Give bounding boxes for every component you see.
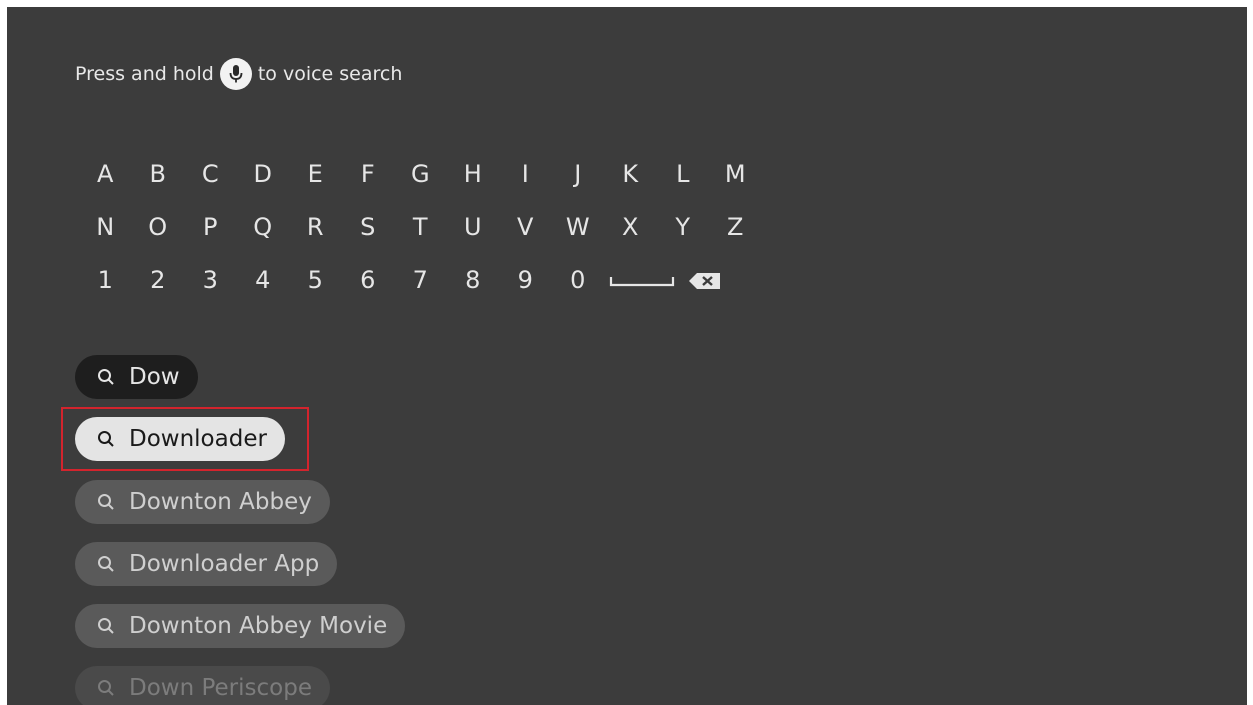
fire-tv-search-screen: Press and hold to voice search A B C D E…	[7, 7, 1247, 705]
key-o[interactable]: O	[132, 213, 185, 241]
search-query-field[interactable]: Dow	[75, 355, 198, 399]
on-screen-keyboard: A B C D E F G H I J K L M N O P Q R S T …	[79, 147, 762, 306]
voice-search-hint: Press and hold to voice search	[75, 58, 403, 90]
key-c[interactable]: C	[184, 160, 237, 188]
key-x[interactable]: X	[604, 213, 657, 241]
suggestion-down-periscope[interactable]: Down Periscope	[75, 666, 330, 705]
key-i[interactable]: I	[499, 160, 552, 188]
search-icon	[97, 368, 115, 386]
suggestion-downloader[interactable]: Downloader	[75, 417, 285, 461]
key-g[interactable]: G	[394, 160, 447, 188]
suggestion-label: Downton Abbey	[129, 489, 312, 515]
key-a[interactable]: A	[79, 160, 132, 188]
space-key[interactable]	[604, 266, 679, 294]
suggestion-label: Downloader App	[129, 551, 320, 577]
search-icon	[97, 617, 115, 635]
key-n[interactable]: N	[79, 213, 132, 241]
key-j[interactable]: J	[552, 160, 605, 188]
key-h[interactable]: H	[447, 160, 500, 188]
key-7[interactable]: 7	[394, 266, 447, 294]
key-s[interactable]: S	[342, 213, 395, 241]
key-1[interactable]: 1	[79, 266, 132, 294]
key-r[interactable]: R	[289, 213, 342, 241]
space-icon	[609, 276, 674, 286]
suggestion-downloader-app[interactable]: Downloader App	[75, 542, 338, 586]
suggestion-label: Downton Abbey Movie	[129, 613, 388, 639]
backspace-icon	[689, 272, 721, 289]
key-e[interactable]: E	[289, 160, 342, 188]
key-8[interactable]: 8	[447, 266, 500, 294]
key-2[interactable]: 2	[132, 266, 185, 294]
search-icon	[97, 493, 115, 511]
suggestion-downton-abbey[interactable]: Downton Abbey	[75, 480, 330, 524]
suggestion-label: Down Periscope	[129, 675, 312, 701]
voice-hint-text-before: Press and hold	[75, 63, 214, 85]
key-u[interactable]: U	[447, 213, 500, 241]
voice-hint-text-after: to voice search	[257, 63, 403, 85]
key-5[interactable]: 5	[289, 266, 342, 294]
key-d[interactable]: D	[237, 160, 290, 188]
key-m[interactable]: M	[709, 160, 762, 188]
keyboard-row-letters-1: A B C D E F G H I J K L M	[79, 147, 762, 200]
key-p[interactable]: P	[184, 213, 237, 241]
key-9[interactable]: 9	[499, 266, 552, 294]
keyboard-row-numbers: 1 2 3 4 5 6 7 8 9 0	[79, 253, 762, 306]
suggestion-label: Downloader	[129, 426, 267, 452]
microphone-icon	[219, 58, 252, 90]
key-v[interactable]: V	[499, 213, 552, 241]
key-l[interactable]: L	[657, 160, 710, 188]
search-query-text: Dow	[129, 364, 180, 390]
key-b[interactable]: B	[132, 160, 185, 188]
keyboard-row-letters-2: N O P Q R S T U V W X Y Z	[79, 200, 762, 253]
search-icon	[97, 430, 115, 448]
backspace-key[interactable]	[679, 266, 732, 294]
key-f[interactable]: F	[342, 160, 395, 188]
key-k[interactable]: K	[604, 160, 657, 188]
suggestion-downton-abbey-movie[interactable]: Downton Abbey Movie	[75, 604, 406, 648]
key-6[interactable]: 6	[342, 266, 395, 294]
key-q[interactable]: Q	[237, 213, 290, 241]
key-z[interactable]: Z	[709, 213, 762, 241]
key-3[interactable]: 3	[184, 266, 237, 294]
key-w[interactable]: W	[552, 213, 605, 241]
key-4[interactable]: 4	[237, 266, 290, 294]
key-y[interactable]: Y	[657, 213, 710, 241]
key-0[interactable]: 0	[552, 266, 605, 294]
search-icon	[97, 555, 115, 573]
key-t[interactable]: T	[394, 213, 447, 241]
search-icon	[97, 679, 115, 697]
